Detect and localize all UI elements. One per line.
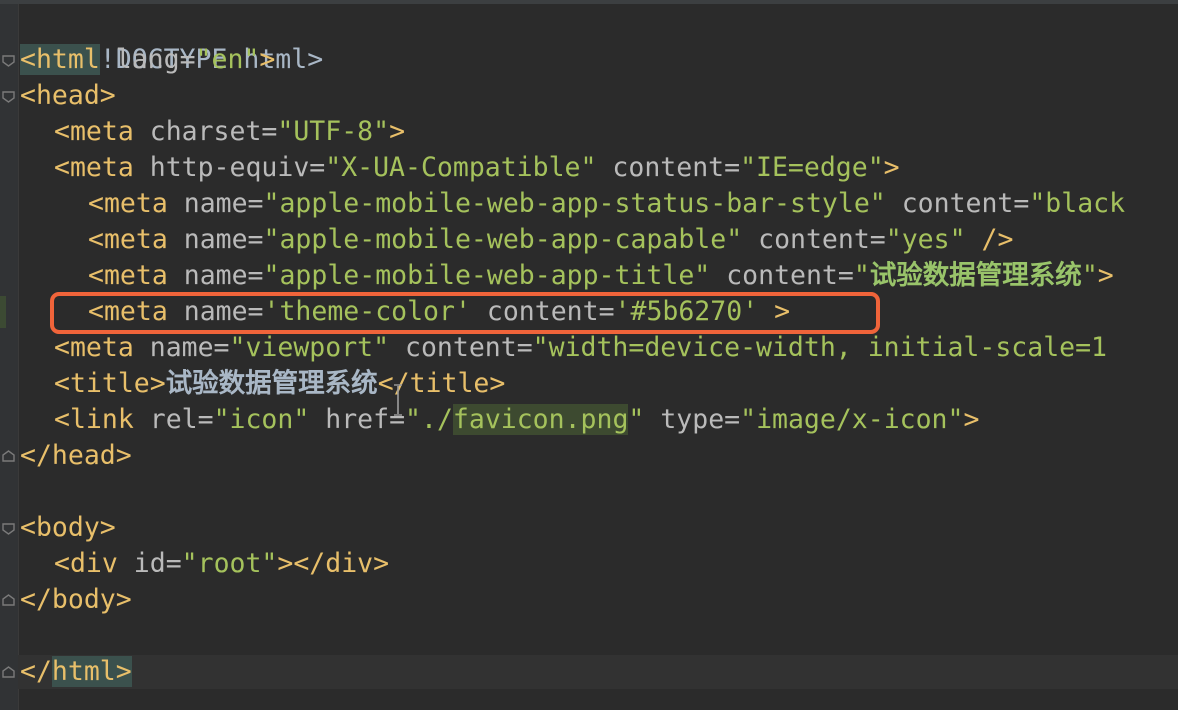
tag-name: <meta	[88, 188, 168, 219]
code-line-body-open[interactable]: <body>	[20, 510, 116, 546]
tag-bracket: >	[115, 656, 132, 687]
attribute-value: "	[853, 260, 870, 291]
attribute-value: "	[1081, 260, 1098, 291]
tag-name: html	[35, 44, 100, 75]
tag-name: <body>	[20, 512, 116, 543]
tag-bracket: </	[20, 656, 52, 687]
attribute-name: rel=	[133, 404, 214, 435]
attribute-value: "IE=edge"	[740, 152, 884, 183]
attribute-name: content=	[710, 260, 854, 291]
title-text: 试验数据管理系统	[165, 368, 378, 399]
code-line-meta-apptitle[interactable]: <meta name="apple-mobile-web-app-title" …	[88, 258, 1114, 294]
code-line-meta-capable[interactable]: <meta name="apple-mobile-web-app-capable…	[88, 222, 1013, 258]
attribute-value: "apple-mobile-web-app-status-bar-style"	[263, 188, 886, 219]
tag-name: <meta	[54, 332, 134, 363]
attribute-value: "black	[1029, 188, 1126, 219]
tag-name: <head>	[20, 80, 116, 111]
attribute-value: "root"	[181, 548, 278, 579]
tag-bracket: <	[20, 44, 36, 75]
attribute-value: "UTF-8"	[277, 116, 390, 147]
code-line-html-close[interactable]: </html>	[20, 654, 132, 690]
attribute-value: "apple-mobile-web-app-title"	[263, 260, 711, 291]
tag-bracket: />	[965, 224, 1014, 255]
attribute-value: "en"	[195, 44, 260, 75]
attribute-value: "./	[405, 404, 453, 435]
text-cursor-icon	[392, 382, 404, 418]
tag-name: html	[51, 656, 116, 687]
attribute-name: name=	[167, 188, 264, 219]
code-line-div-root[interactable]: <div id="root"></div>	[54, 546, 389, 582]
code-line-head-open[interactable]: <head>	[20, 78, 116, 114]
attribute-name: lang=	[99, 44, 196, 75]
attribute-value-chinese: 试验数据管理系统	[869, 260, 1082, 291]
tag-bracket: >	[389, 116, 406, 147]
fold-marker-icon[interactable]	[1, 89, 16, 104]
attribute-value: "apple-mobile-web-app-capable"	[263, 224, 743, 255]
tag-name: <title>	[54, 368, 166, 399]
tag-bracket: >	[259, 44, 276, 75]
tag-name: <meta	[54, 152, 134, 183]
code-line-html-open[interactable]: <html lang="en">	[20, 42, 275, 78]
code-line-link-icon[interactable]: <link rel="icon" href="./favicon.png" ty…	[54, 402, 979, 438]
current-line-highlight	[18, 655, 1178, 689]
tag-name: <meta	[88, 224, 168, 255]
attribute-name: type=	[644, 404, 741, 435]
attribute-name: href=	[309, 404, 406, 435]
fold-marker-icon[interactable]	[1, 665, 16, 680]
attribute-name: name=	[133, 332, 230, 363]
editor-top-border	[0, 0, 1178, 4]
attribute-name: content=	[885, 188, 1030, 219]
fold-marker-icon[interactable]	[1, 449, 16, 464]
tag-bracket: >	[1097, 260, 1114, 291]
attribute-value: "viewport"	[229, 332, 390, 363]
file-reference[interactable]: favicon.png	[452, 404, 629, 435]
attribute-name: content=	[742, 224, 886, 255]
annotation-highlight-box	[50, 292, 880, 334]
attribute-name: name=	[167, 260, 264, 291]
tag-name: </head>	[20, 440, 132, 471]
attribute-value: "X-UA-Compatible"	[325, 152, 597, 183]
tag-name: ></div>	[277, 548, 390, 579]
attribute-value: "yes"	[885, 224, 966, 255]
tag-name: <meta	[54, 116, 134, 147]
tag-name: <div	[54, 548, 118, 579]
attribute-value: "	[628, 404, 645, 435]
fold-marker-icon[interactable]	[1, 521, 16, 536]
tag-bracket: >	[883, 152, 900, 183]
attribute-value: "icon"	[213, 404, 310, 435]
code-line-meta-compat[interactable]: <meta http-equiv="X-UA-Compatible" conte…	[54, 150, 900, 186]
tag-bracket: >	[963, 404, 980, 435]
attribute-name: content=	[596, 152, 741, 183]
attribute-name: charset=	[133, 116, 278, 147]
fold-marker-icon[interactable]	[1, 53, 16, 68]
tag-name: </body>	[20, 584, 132, 615]
attribute-name: content=	[389, 332, 533, 363]
code-line-meta-viewport[interactable]: <meta name="viewport" content="width=dev…	[54, 330, 1107, 366]
fold-marker-icon[interactable]	[1, 593, 16, 608]
tag-name: <link	[54, 404, 134, 435]
code-editor[interactable]: <!DOCTYPE html> <html lang="en"> <head> …	[0, 0, 1178, 710]
attribute-name: http-equiv=	[133, 152, 326, 183]
code-line-head-close[interactable]: </head>	[20, 438, 132, 474]
attribute-value: "image/x-icon"	[740, 404, 964, 435]
code-line-doctype[interactable]: <!DOCTYPE html>	[20, 6, 323, 75]
code-line-meta-statusbar[interactable]: <meta name="apple-mobile-web-app-status-…	[88, 186, 1125, 222]
attribute-name: id=	[117, 548, 182, 579]
attribute-value: "width=device-width, initial-scale=1	[532, 332, 1108, 363]
code-line-meta-charset[interactable]: <meta charset="UTF-8">	[54, 114, 405, 150]
attribute-name: name=	[167, 224, 264, 255]
tag-name: <meta	[88, 260, 168, 291]
code-line-title[interactable]: <title>试验数据管理系统</title>	[54, 366, 505, 402]
change-marker	[0, 296, 6, 328]
gutter-separator	[18, 4, 19, 710]
code-line-body-close[interactable]: </body>	[20, 582, 132, 618]
